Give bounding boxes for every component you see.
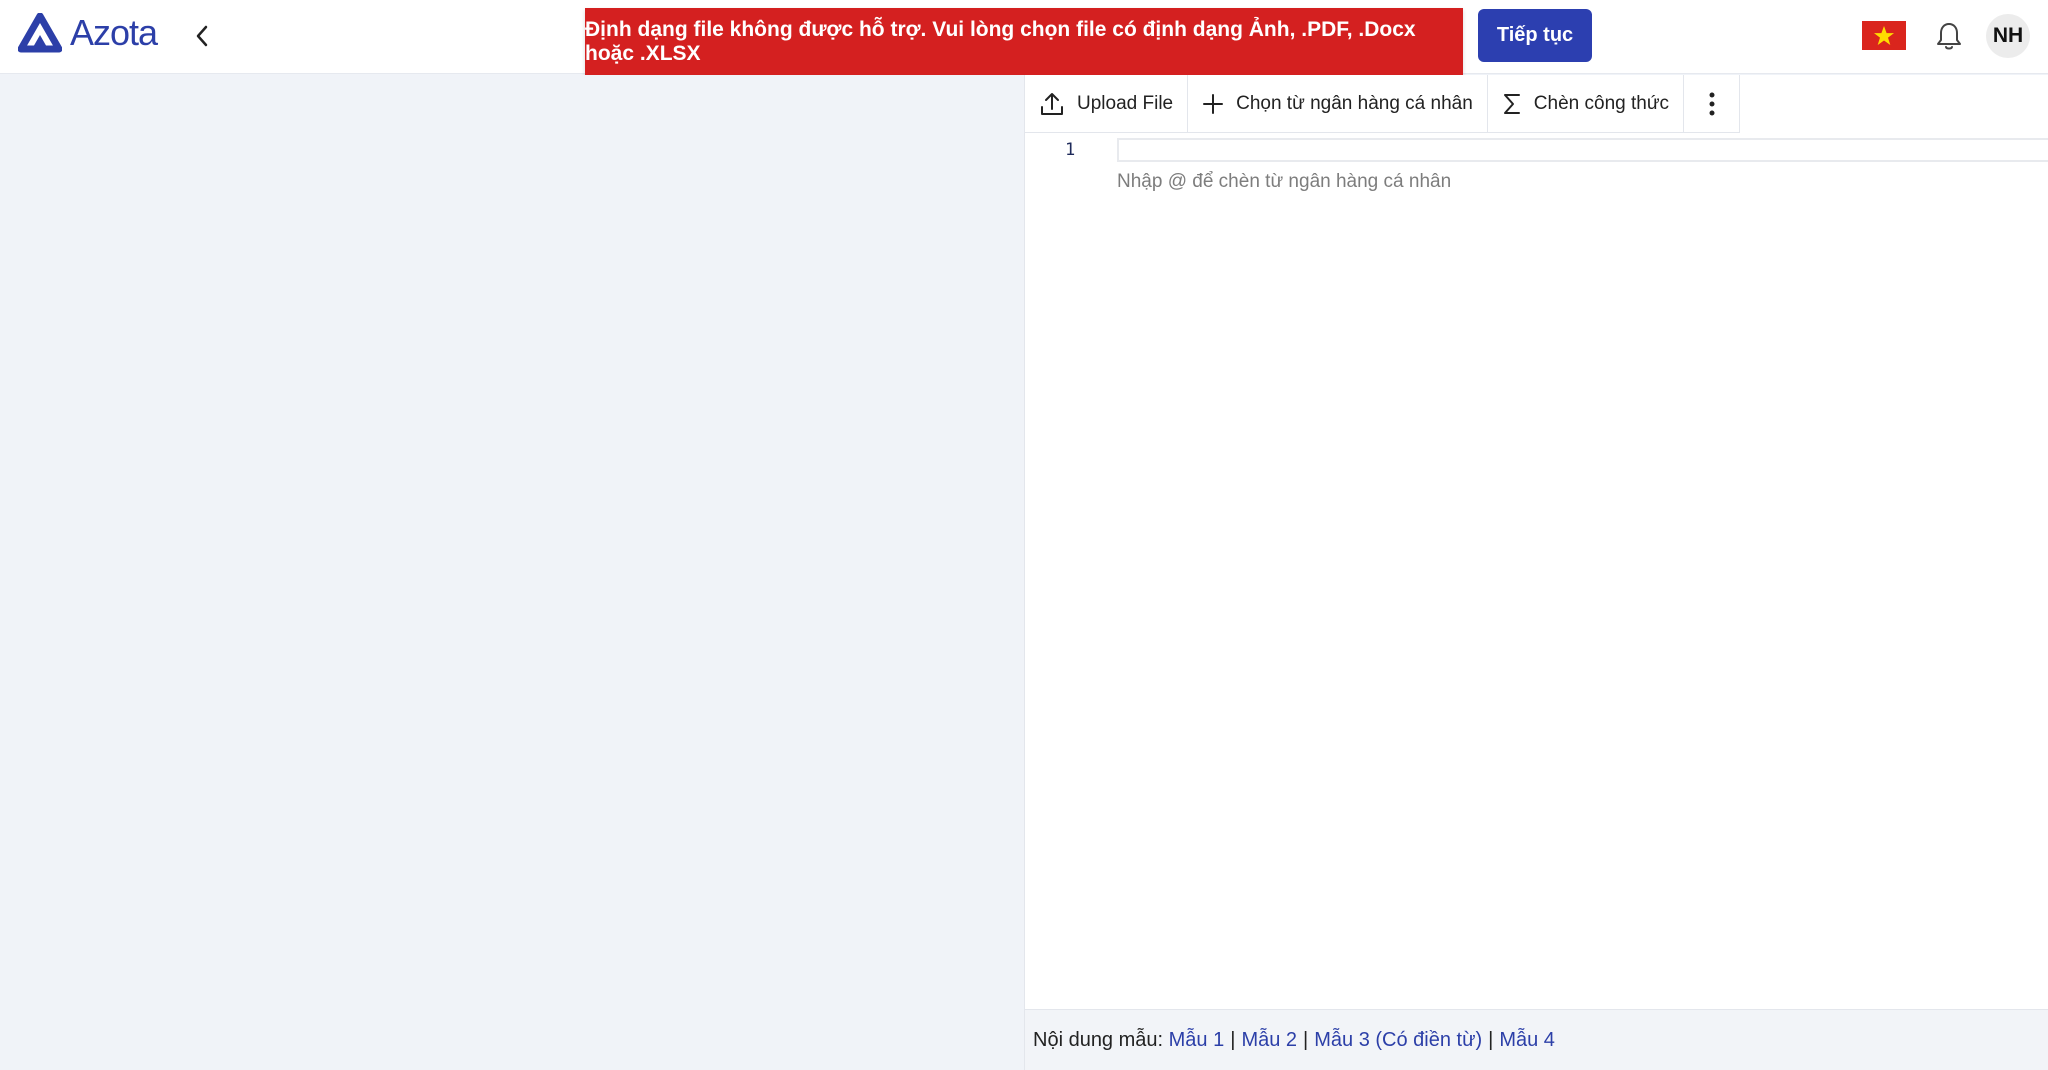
more-vertical-icon <box>1709 92 1715 115</box>
sample-link-1[interactable]: Mẫu 1 <box>1169 1029 1225 1052</box>
editor-line-input[interactable] <box>1117 138 2048 162</box>
azota-logo[interactable]: Azota <box>18 12 158 54</box>
back-button[interactable] <box>190 18 214 54</box>
preview-pane <box>0 75 1024 1070</box>
upload-icon <box>1041 92 1063 115</box>
insert-formula-button[interactable]: Chèn công thức <box>1488 75 1685 132</box>
error-toast-message: Định dạng file không được hỗ trợ. Vui lò… <box>585 17 1416 65</box>
vietnam-flag-icon[interactable] <box>1862 21 1906 50</box>
azota-logo-icon <box>18 13 62 53</box>
editor-hint: Nhập @ để chèn từ ngân hàng cá nhân <box>1117 171 1452 192</box>
editor-pane: Upload File Chọn từ ngân hàng cá nhân Ch… <box>1024 75 2048 1070</box>
line-number: 1 <box>1065 140 1076 160</box>
flag-star <box>1874 25 1894 45</box>
sample-separator: | <box>1230 1028 1236 1051</box>
bell-icon <box>1937 23 1961 50</box>
upload-file-button[interactable]: Upload File <box>1025 75 1189 132</box>
sigma-icon <box>1503 93 1520 114</box>
notification-button[interactable] <box>1934 20 1964 52</box>
sample-separator: | <box>1303 1028 1309 1051</box>
editor-toolbar: Upload File Chọn từ ngân hàng cá nhân Ch… <box>1025 75 1741 133</box>
sample-link-3[interactable]: Mẫu 3 (Có điền từ) <box>1314 1029 1482 1052</box>
sample-content-bar: Nội dung mẫu: Mẫu 1 | Mẫu 2 | Mẫu 3 (Có … <box>1025 1009 2048 1070</box>
error-toast: Định dạng file không được hỗ trợ. Vui lò… <box>585 8 1463 75</box>
sample-link-4[interactable]: Mẫu 4 <box>1499 1029 1555 1052</box>
choose-from-bank-button[interactable]: Chọn từ ngân hàng cá nhân <box>1188 75 1488 132</box>
content-editor[interactable]: 1 Nhập @ để chèn từ ngân hàng cá nhân <box>1025 132 2048 1002</box>
continue-button[interactable]: Tiếp tục <box>1478 9 1592 62</box>
more-options-button[interactable] <box>1684 75 1741 132</box>
insert-formula-label: Chèn công thức <box>1533 92 1670 114</box>
avatar[interactable]: NH <box>1986 14 2030 58</box>
chevron-left-icon <box>196 25 208 47</box>
sample-link-2[interactable]: Mẫu 2 <box>1241 1029 1297 1052</box>
upload-file-label: Upload File <box>1077 92 1174 114</box>
sample-content-label: Nội dung mẫu: <box>1033 1028 1164 1051</box>
sample-separator: | <box>1488 1028 1494 1051</box>
choose-from-bank-label: Chọn từ ngân hàng cá nhân <box>1236 92 1473 114</box>
plus-icon <box>1203 93 1224 114</box>
logo-text: Azota <box>70 12 158 53</box>
